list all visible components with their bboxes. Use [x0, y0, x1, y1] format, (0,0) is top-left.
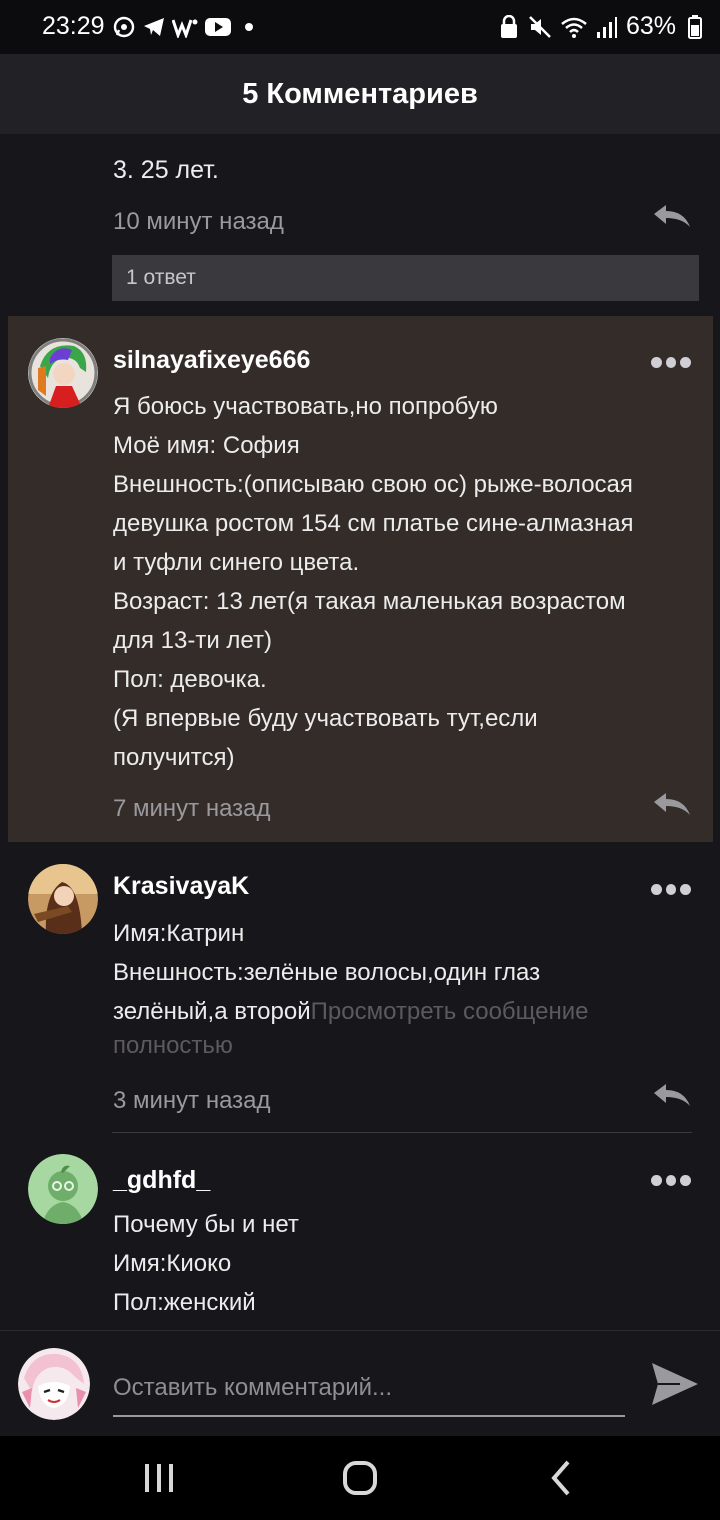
dot-icon [238, 14, 260, 40]
battery-percent: 63% [625, 12, 676, 40]
comment-line: Моё имя: София [113, 432, 300, 459]
more-options-icon[interactable] [651, 357, 692, 369]
comment-body: Почему бы и нет Имя:Киоко Пол:женский [113, 1205, 703, 1322]
comment-line: Пол:женский [113, 1289, 256, 1316]
my-avatar [18, 1348, 90, 1420]
comment-line: Почему бы и нет [113, 1211, 299, 1238]
comment-item: silnayafixeye666 Я боюсь участвовать,но … [8, 316, 713, 842]
comment-line-truncated: зелёный,а второйПросмотреть сообщение [113, 992, 703, 1031]
reply-icon[interactable] [652, 203, 692, 231]
comment-item: KrasivayaK Имя:Катрин Внешность:зелёные … [8, 842, 713, 1132]
comment-line: (Я впервые буду участвовать тут,если [113, 705, 538, 732]
comment-line: девушка ростом 154 см платье сине-алмазн… [113, 510, 634, 537]
comment-line: для 13-ти лет) [113, 627, 272, 654]
comment-username[interactable]: silnayafixeye666 [113, 346, 310, 375]
comment-line: и туфли синего цвета. [113, 549, 360, 576]
comment-line: Возраст: 13 лет(я такая маленькая возрас… [113, 588, 626, 615]
lock-icon [498, 14, 520, 40]
wifi-icon [560, 14, 588, 40]
system-navigation-bar [0, 1436, 720, 1520]
page-title: 5 Комментариев [242, 77, 478, 110]
mute-icon [528, 14, 552, 40]
comment-body: Имя:Катрин Внешность:зелёные волосы,один… [113, 914, 703, 1061]
more-options-icon[interactable] [651, 1175, 692, 1187]
comment-body: Я боюсь участвовать,но попробую Моё имя:… [113, 387, 703, 777]
telegram-icon [142, 14, 166, 40]
avatar[interactable] [28, 338, 98, 408]
comment-time: 7 минут назад [113, 795, 271, 822]
comment-line: Пол: девочка. [113, 666, 267, 693]
comment-time: 3 минут назад [113, 1087, 271, 1114]
comments-header: 5 Комментариев [0, 54, 720, 134]
comment-item: _gdhfd_ Почему бы и нет Имя:Киоко Пол:же… [8, 1134, 713, 1330]
comment-line: Внешность:(описываю свою ос) рыже-волоса… [113, 471, 633, 498]
whatsapp-icon [112, 14, 136, 40]
comment-divider [112, 1132, 692, 1133]
status-time: 23:29 [42, 12, 105, 40]
read-more-link-continued[interactable]: полностью [113, 1031, 703, 1061]
comment-input[interactable] [113, 1361, 625, 1417]
comment-text: 3. 25 лет. [113, 156, 219, 184]
comment-line: получится) [113, 744, 235, 771]
status-bar: 23:29 63% [0, 0, 720, 54]
replies-button[interactable]: 1 ответ [112, 255, 699, 301]
comment-username[interactable]: _gdhfd_ [113, 1166, 210, 1195]
avatar[interactable] [28, 864, 98, 934]
system-icons: 63% [498, 12, 706, 41]
battery-icon [684, 14, 706, 40]
notification-icons [112, 14, 260, 40]
home-icon[interactable] [338, 1458, 382, 1498]
comment-time: 10 минут назад [113, 208, 284, 235]
more-options-icon[interactable] [651, 884, 692, 896]
reply-icon[interactable] [652, 791, 692, 819]
comment-line-text: зелёный,а второй [113, 998, 311, 1025]
comment-line: Я боюсь участвовать,но попробую [113, 393, 498, 420]
send-icon[interactable] [650, 1361, 700, 1407]
comment-line: Имя:Киоко [113, 1250, 232, 1277]
avatar[interactable] [28, 1154, 98, 1224]
comments-list[interactable]: 3. 25 лет. 10 минут назад 1 ответ silnay… [0, 134, 720, 1330]
comment-line: Имя:Катрин [113, 920, 245, 947]
read-more-link[interactable]: Просмотреть сообщение [311, 998, 589, 1025]
w-app-icon [172, 14, 198, 40]
back-icon[interactable] [540, 1458, 584, 1498]
comment-line: Внешность:зелёные волосы,один глаз [113, 959, 541, 986]
youtube-icon [204, 14, 232, 40]
recent-apps-icon[interactable] [137, 1458, 181, 1498]
reply-icon[interactable] [652, 1082, 692, 1110]
signal-icon [596, 14, 618, 40]
comment-username[interactable]: KrasivayaK [113, 872, 249, 901]
comment-composer [0, 1330, 720, 1436]
